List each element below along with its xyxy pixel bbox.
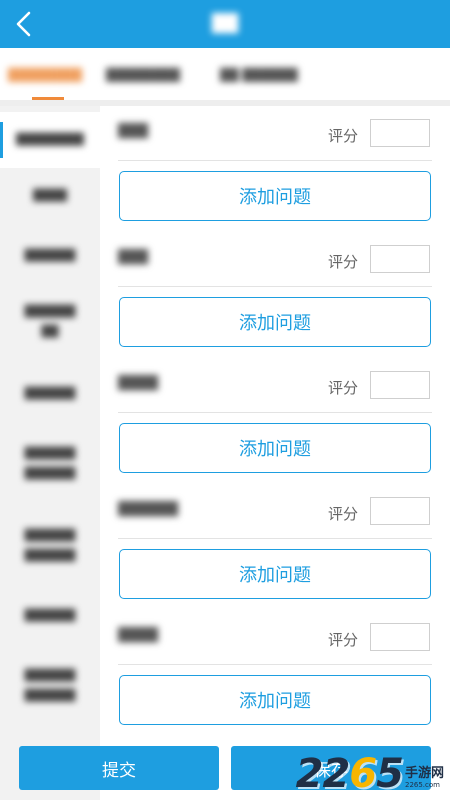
sidebar-item-label: ██████ ██████ <box>24 529 76 562</box>
add-question-button[interactable]: 添加问题 <box>119 297 431 347</box>
score-input[interactable] <box>370 245 430 273</box>
page-title: ██ <box>211 14 239 34</box>
question-row: ███ 评分 <box>118 236 432 287</box>
sidebar-item[interactable]: ██████ <box>0 594 100 638</box>
sidebar-item[interactable]: ██████ ██ <box>0 290 100 354</box>
question-row: ████ 评分 <box>118 362 432 413</box>
sidebar-item-label: ██████ <box>24 609 76 622</box>
page-title-wrap: ██ <box>0 0 450 48</box>
score-input[interactable] <box>370 497 430 525</box>
save-button[interactable]: 保存 <box>231 746 431 790</box>
add-question-button[interactable]: 添加问题 <box>119 423 431 473</box>
score-input[interactable] <box>370 623 430 651</box>
score-input[interactable] <box>370 371 430 399</box>
question-name: ████ <box>118 628 158 643</box>
sidebar-item[interactable]: ██████ ██████ <box>0 654 100 718</box>
sidebar-item[interactable]: ██████ ██████ <box>0 432 100 496</box>
add-question-button[interactable]: 添加问题 <box>119 675 431 725</box>
add-question-button[interactable]: 添加问题 <box>119 171 431 221</box>
sidebar-item-label: ██████ <box>24 387 76 400</box>
score-label: 评分 <box>327 127 358 145</box>
sidebar-item-label: ██████ ██████ <box>24 447 76 480</box>
question-name: ████ <box>118 376 158 391</box>
add-question-button[interactable]: 添加问题 <box>119 549 431 599</box>
sidebar-item-label: ████ <box>33 189 67 202</box>
sidebar-item[interactable]: ████████ <box>0 112 100 168</box>
tab-2[interactable]: ████████ <box>106 64 180 86</box>
sidebar-item-label: ██████ ██ <box>24 305 76 338</box>
app-bar: ██ <box>0 0 450 48</box>
sidebar-item-label: ████████ <box>16 133 84 146</box>
sidebar: ████████ ████ ██████ ██████ ██ ██████ ██… <box>0 106 100 800</box>
score-input[interactable] <box>370 119 430 147</box>
question-name: ██████ <box>118 502 178 517</box>
question-row: ███ 评分 <box>118 110 432 161</box>
score-label: 评分 <box>327 379 358 397</box>
score-label: 评分 <box>327 505 358 523</box>
category-tabs: ████████ ████████ ██ ██████ <box>0 48 450 100</box>
tab-1[interactable]: ████████ <box>8 64 82 86</box>
sidebar-item[interactable]: ██████ <box>0 234 100 278</box>
sidebar-item-label: ██████ <box>24 249 76 262</box>
sidebar-item-label: ██████ ██████ <box>24 669 76 702</box>
sidebar-item[interactable]: ████ <box>0 168 100 224</box>
question-row: ████ 评分 <box>118 614 432 665</box>
tab-3[interactable]: ██ ██████ <box>220 64 298 86</box>
question-name: ███ <box>118 124 148 139</box>
score-label: 评分 <box>327 631 358 649</box>
sidebar-item[interactable]: ██████ <box>0 372 100 416</box>
sidebar-item[interactable]: ██████ ██████ <box>0 514 100 578</box>
question-row: ██████ 评分 <box>118 488 432 539</box>
submit-button[interactable]: 提交 <box>19 746 219 790</box>
score-label: 评分 <box>327 253 358 271</box>
question-name: ███ <box>118 250 148 265</box>
